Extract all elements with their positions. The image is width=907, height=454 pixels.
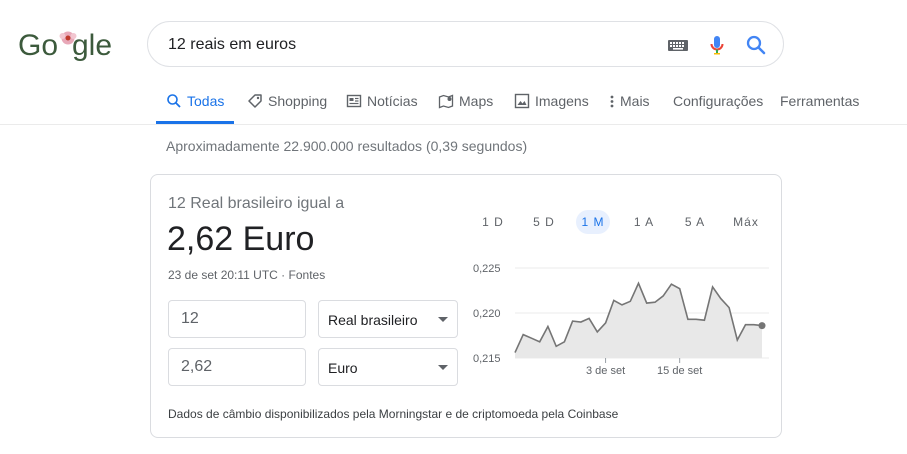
timestamp: 23 de set 20:11 UTC · Fontes bbox=[168, 268, 325, 282]
tab-label: Todas bbox=[187, 93, 225, 109]
result-stats: Aproximadamente 22.900.000 resultados (0… bbox=[166, 138, 528, 154]
tab-ferramentas[interactable]: Ferramentas bbox=[780, 84, 859, 124]
google-logo[interactable]: Go gle bbox=[18, 26, 114, 62]
chevron-down-icon bbox=[438, 317, 448, 322]
search-box bbox=[147, 21, 784, 67]
tab-label: Mais bbox=[620, 93, 650, 109]
exchange-rate-chart: 0,225 0,220 0,215 3 de set 15 de set bbox=[473, 263, 769, 377]
range-5a[interactable]: 5 A bbox=[680, 210, 710, 234]
range-1d[interactable]: 1 D bbox=[478, 210, 508, 234]
tab-shopping[interactable]: Shopping bbox=[247, 84, 327, 124]
tab-label: Shopping bbox=[268, 93, 328, 109]
currency-converter-card: 12 Real brasileiro igual a 2,62 Euro 23 … bbox=[150, 174, 782, 438]
y-tick-label: 0,225 bbox=[473, 263, 501, 275]
y-tick-label: 0,215 bbox=[473, 353, 501, 365]
tab-maps[interactable]: Maps bbox=[438, 84, 493, 124]
tab-todas[interactable]: Todas bbox=[166, 84, 224, 124]
to-currency-value: Euro bbox=[328, 360, 358, 376]
to-currency-select[interactable]: Euro bbox=[318, 348, 458, 386]
microphone-icon[interactable] bbox=[705, 33, 729, 57]
x-tick-label: 3 de set bbox=[586, 365, 625, 377]
tab-mais[interactable]: Mais bbox=[609, 84, 650, 124]
svg-text:gle: gle bbox=[72, 29, 112, 62]
news-icon bbox=[346, 93, 362, 109]
tab-imagens[interactable]: Imagens bbox=[514, 84, 589, 124]
tab-configuracoes[interactable]: Configurações bbox=[673, 84, 763, 124]
tag-icon bbox=[247, 93, 263, 109]
to-amount-input[interactable] bbox=[168, 348, 306, 386]
range-5d[interactable]: 5 D bbox=[529, 210, 559, 234]
search-input[interactable] bbox=[168, 34, 638, 56]
timestamp-text: 23 de set 20:11 UTC · bbox=[168, 268, 289, 282]
sources-link[interactable]: Fontes bbox=[289, 268, 326, 282]
from-currency-select[interactable]: Real brasileiro bbox=[318, 300, 458, 338]
from-currency-value: Real brasileiro bbox=[328, 312, 418, 328]
tab-label: Imagens bbox=[535, 93, 589, 109]
tab-label: Configurações bbox=[673, 93, 764, 109]
chart-endpoint-marker bbox=[758, 322, 766, 330]
conversion-result: 2,62 Euro bbox=[167, 220, 315, 258]
search-icon bbox=[166, 93, 182, 109]
keyboard-icon[interactable] bbox=[666, 33, 690, 57]
range-1a[interactable]: 1 A bbox=[629, 210, 659, 234]
x-tick-label: 15 de set bbox=[657, 365, 702, 377]
image-icon bbox=[514, 93, 530, 109]
tab-label: Ferramentas bbox=[780, 93, 860, 109]
map-icon bbox=[438, 93, 454, 109]
data-source-footnote: Dados de câmbio disponibilizados pela Mo… bbox=[168, 407, 619, 421]
range-max[interactable]: Máx bbox=[729, 210, 763, 234]
tab-label: Notícias bbox=[367, 93, 418, 109]
equals-label: 12 Real brasileiro igual a bbox=[168, 195, 345, 212]
more-vert-icon bbox=[609, 93, 615, 109]
y-tick-label: 0,220 bbox=[473, 308, 501, 320]
tab-noticias[interactable]: Notícias bbox=[346, 84, 418, 124]
header-divider bbox=[0, 124, 907, 125]
svg-text:Go: Go bbox=[18, 29, 58, 62]
search-icon[interactable] bbox=[744, 33, 768, 57]
range-1m[interactable]: 1 M bbox=[576, 210, 610, 234]
chart-area bbox=[515, 283, 762, 358]
from-amount-input[interactable] bbox=[168, 300, 306, 338]
tab-label: Maps bbox=[459, 93, 494, 109]
chevron-down-icon bbox=[438, 365, 448, 370]
